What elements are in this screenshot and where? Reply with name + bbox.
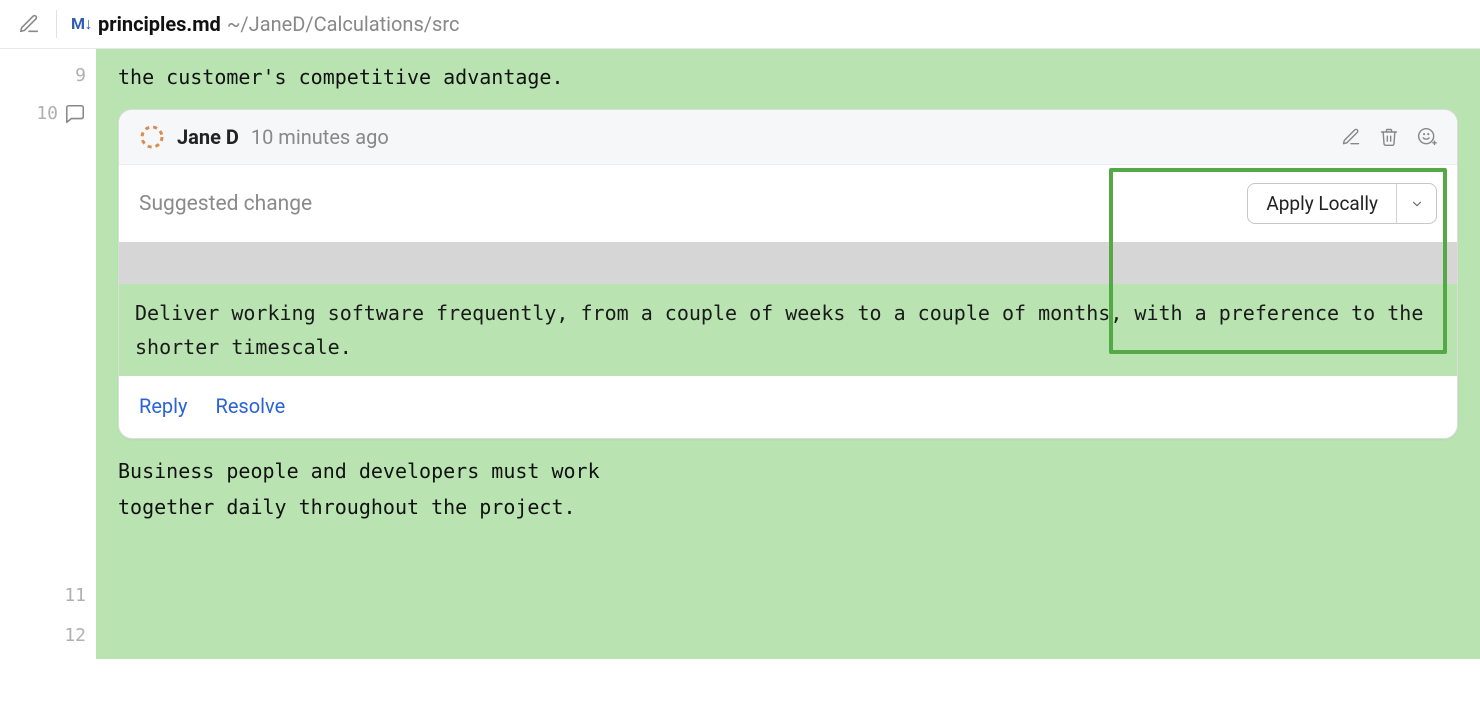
reply-button[interactable]: Reply	[139, 394, 188, 418]
gutter-line: 10	[0, 99, 96, 579]
editor: 9 10 11 12 the customer's competitive ad…	[0, 49, 1480, 659]
diff-removed-line	[119, 242, 1457, 284]
diff-added-line: Deliver working software frequently, fro…	[119, 284, 1457, 376]
editor-content[interactable]: the customer's competitive advantage. Ja…	[96, 49, 1480, 659]
emoji-reaction-icon[interactable]	[1417, 127, 1437, 147]
avatar-icon	[139, 124, 165, 150]
resolve-button[interactable]: Resolve	[216, 394, 286, 418]
file-label[interactable]: M↓ principles.md ~/JaneD/Calculations/sr…	[71, 12, 459, 36]
review-timestamp: 10 minutes ago	[251, 125, 389, 149]
apply-split-button: Apply Locally Commit…	[1247, 183, 1437, 224]
code-line: the customer's competitive advantage.	[96, 59, 1480, 95]
file-path: ~/JaneD/Calculations/src	[227, 12, 460, 36]
gutter-line: 11	[0, 579, 96, 619]
markdown-badge-icon: M↓	[71, 14, 92, 34]
file-name: principles.md	[98, 12, 221, 36]
apply-dropdown-caret-icon[interactable]	[1396, 184, 1436, 223]
comment-icon[interactable]	[64, 103, 86, 125]
edit-comment-icon[interactable]	[1341, 127, 1361, 147]
code-line: Business people and developers must work	[96, 453, 1480, 489]
review-footer: Reply Resolve	[119, 376, 1457, 438]
gutter-line: 9	[0, 59, 96, 99]
divider	[56, 10, 57, 38]
code-line: together daily throughout the project.	[96, 489, 1480, 525]
review-author: Jane D	[177, 125, 239, 149]
review-header: Jane D 10 minutes ago	[119, 110, 1457, 164]
gutter: 9 10 11 12	[0, 49, 96, 659]
delete-comment-icon[interactable]	[1379, 127, 1399, 147]
suggest-bar: Suggested change Apply Locally Commit…	[119, 164, 1457, 242]
diff-block: Deliver working software frequently, fro…	[119, 242, 1457, 376]
review-actions	[1341, 127, 1437, 147]
line-number: 10	[36, 103, 58, 124]
apply-locally-button[interactable]: Apply Locally	[1248, 184, 1396, 223]
gutter-line: 12	[0, 619, 96, 659]
file-header: M↓ principles.md ~/JaneD/Calculations/sr…	[0, 0, 1480, 49]
edit-icon[interactable]	[16, 11, 42, 37]
suggested-change-label: Suggested change	[139, 192, 312, 216]
review-card: Jane D 10 minutes ago Suggested change	[118, 109, 1458, 439]
